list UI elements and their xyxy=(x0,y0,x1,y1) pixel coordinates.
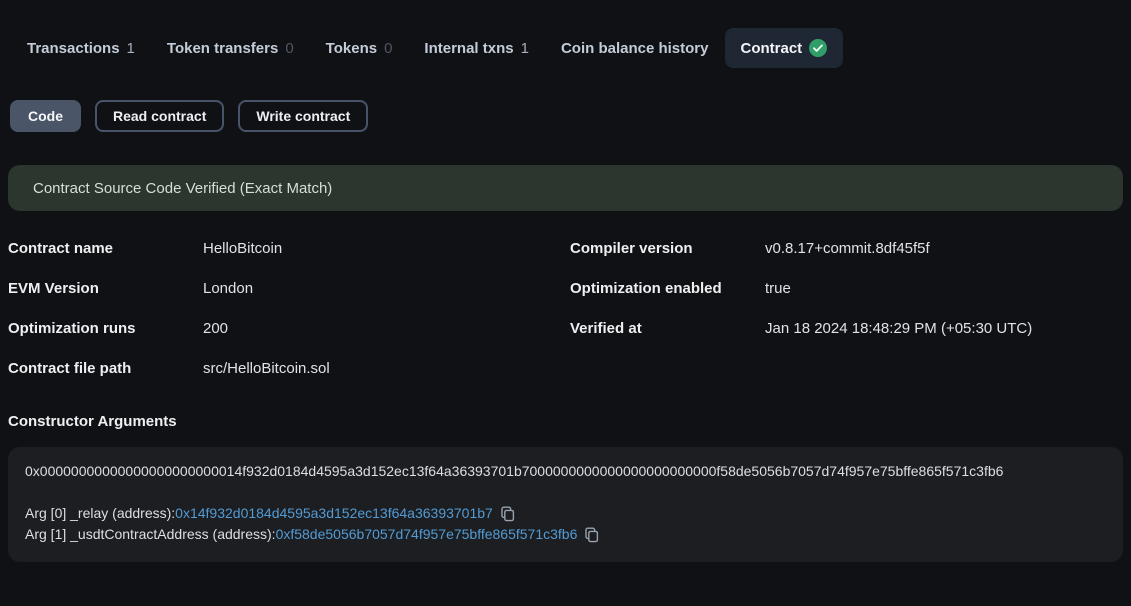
tab-transactions[interactable]: Transactions 1 xyxy=(11,28,151,68)
tab-tokens-label: Tokens xyxy=(326,40,377,57)
constructor-arg-1: Arg [1] _usdtContractAddress (address): … xyxy=(25,524,1106,545)
contract-file-path-value: src/HelloBitcoin.sol xyxy=(203,360,330,377)
tab-contract-label: Contract xyxy=(741,40,803,57)
verified-at-value: Jan 18 2024 18:48:29 PM (+05:30 UTC) xyxy=(765,320,1032,337)
contract-subtabs: Code Read contract Write contract xyxy=(8,100,1123,132)
info-row-evm-version: EVM Version London xyxy=(8,268,570,308)
tab-tokens-count: 0 xyxy=(384,40,392,57)
contract-file-path-label: Contract file path xyxy=(8,360,203,377)
optimization-runs-label: Optimization runs xyxy=(8,320,203,337)
write-contract-button[interactable]: Write contract xyxy=(238,100,368,132)
contract-info-left-column: Contract name HelloBitcoin EVM Version L… xyxy=(8,228,570,388)
verified-at-label: Verified at xyxy=(570,320,765,337)
constructor-arg-0: Arg [0] _relay (address): 0x14f932d0184d… xyxy=(25,503,1106,524)
copy-icon[interactable] xyxy=(584,527,599,543)
optimization-enabled-label: Optimization enabled xyxy=(570,280,765,297)
tab-coin-balance-history[interactable]: Coin balance history xyxy=(545,28,725,68)
info-row-optimization-runs: Optimization runs 200 xyxy=(8,308,570,348)
constructor-arg-1-address-link[interactable]: 0xf58de5056b7057d74f957e75bffe865f571c3f… xyxy=(276,524,578,545)
compiler-version-label: Compiler version xyxy=(570,240,765,257)
evm-version-label: EVM Version xyxy=(8,280,203,297)
tab-token-transfers-count: 0 xyxy=(285,40,293,57)
contract-name-label: Contract name xyxy=(8,240,203,257)
tab-token-transfers[interactable]: Token transfers 0 xyxy=(151,28,310,68)
tab-internal-txns[interactable]: Internal txns 1 xyxy=(408,28,545,68)
constructor-arg-0-prefix: Arg [0] _relay (address): xyxy=(25,503,175,524)
constructor-arg-0-address-link[interactable]: 0x14f932d0184d4595a3d152ec13f64a36393701… xyxy=(175,503,493,524)
constructor-arguments-heading: Constructor Arguments xyxy=(8,413,1123,430)
tab-internal-txns-count: 1 xyxy=(521,40,529,57)
tab-transactions-label: Transactions xyxy=(27,40,120,57)
contract-page: Transactions 1 Token transfers 0 Tokens … xyxy=(0,28,1131,562)
info-row-compiler-version: Compiler version v0.8.17+commit.8df45f5f xyxy=(570,228,1123,268)
read-contract-button[interactable]: Read contract xyxy=(95,100,224,132)
evm-version-value: London xyxy=(203,280,253,297)
contract-name-value: HelloBitcoin xyxy=(203,240,282,257)
info-row-contract-file-path: Contract file path src/HelloBitcoin.sol xyxy=(8,348,570,388)
optimization-runs-value: 200 xyxy=(203,320,228,337)
compiler-version-value: v0.8.17+commit.8df45f5f xyxy=(765,240,930,257)
constructor-raw-hex: 0x00000000000000000000000014f932d0184d45… xyxy=(25,463,1106,480)
tab-internal-txns-label: Internal txns xyxy=(424,40,513,57)
entity-tabs: Transactions 1 Token transfers 0 Tokens … xyxy=(8,28,1123,68)
tab-coin-balance-history-label: Coin balance history xyxy=(561,40,709,57)
tab-contract[interactable]: Contract xyxy=(725,28,844,68)
copy-icon[interactable] xyxy=(500,506,515,522)
verified-banner: Contract Source Code Verified (Exact Mat… xyxy=(8,165,1123,211)
info-row-optimization-enabled: Optimization enabled true xyxy=(570,268,1123,308)
verified-banner-text: Contract Source Code Verified (Exact Mat… xyxy=(33,180,332,197)
tab-transactions-count: 1 xyxy=(127,40,135,57)
info-row-verified-at: Verified at Jan 18 2024 18:48:29 PM (+05… xyxy=(570,308,1123,348)
tab-token-transfers-label: Token transfers xyxy=(167,40,278,57)
contract-info-right-column: Compiler version v0.8.17+commit.8df45f5f… xyxy=(570,228,1123,388)
constructor-arguments-block: 0x00000000000000000000000014f932d0184d45… xyxy=(8,447,1123,562)
optimization-enabled-value: true xyxy=(765,280,791,297)
contract-info-grid: Contract name HelloBitcoin EVM Version L… xyxy=(8,228,1123,388)
tab-tokens[interactable]: Tokens 0 xyxy=(310,28,409,68)
info-row-contract-name: Contract name HelloBitcoin xyxy=(8,228,570,268)
code-tab-button[interactable]: Code xyxy=(10,100,81,132)
verified-check-icon xyxy=(809,39,827,57)
constructor-arg-1-prefix: Arg [1] _usdtContractAddress (address): xyxy=(25,524,276,545)
